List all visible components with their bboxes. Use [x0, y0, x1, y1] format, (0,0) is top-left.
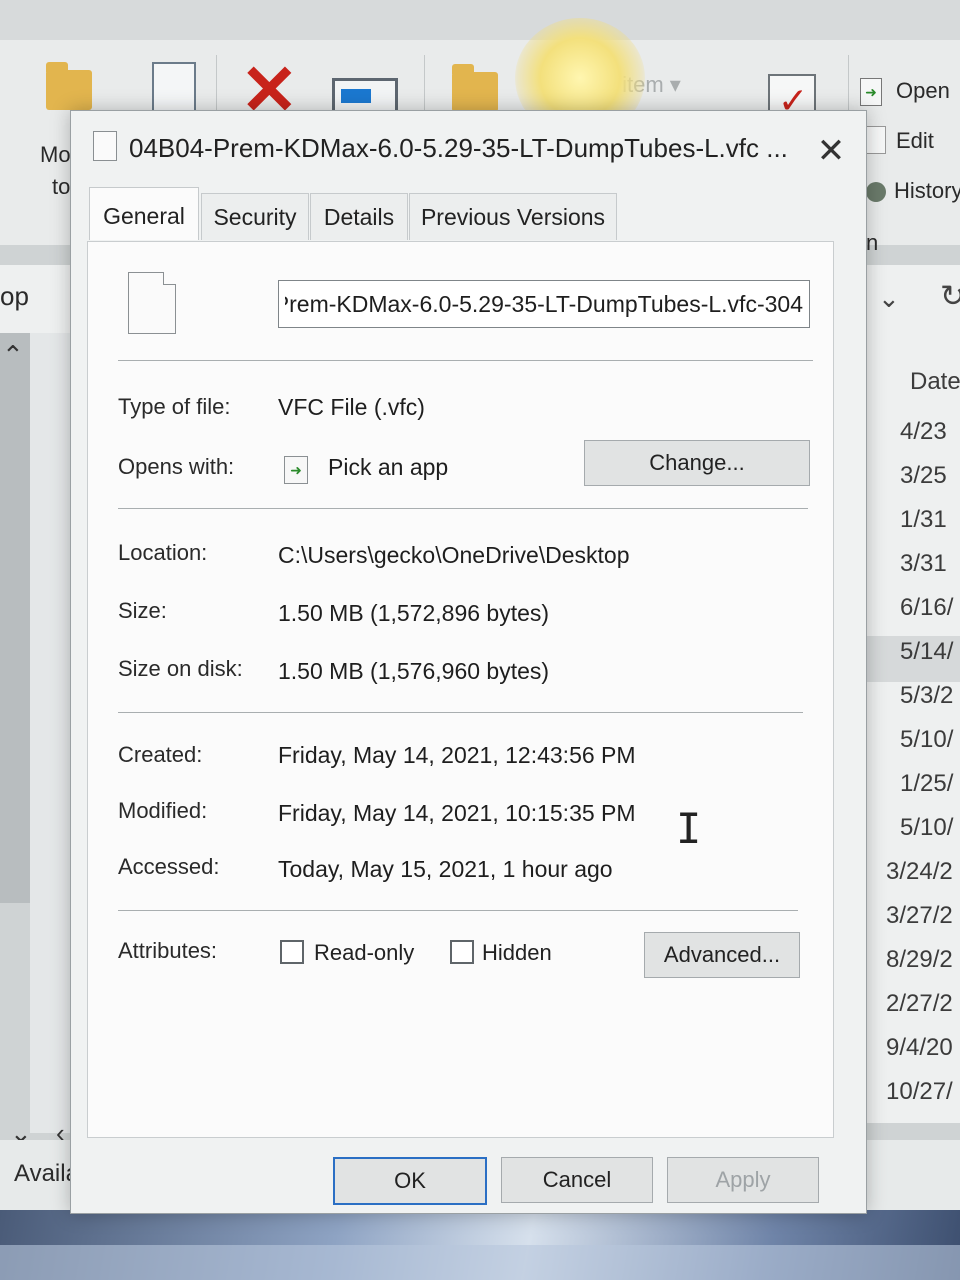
- file-date-cell[interactable]: 3/25: [900, 462, 947, 490]
- edit-icon: [866, 126, 886, 154]
- file-date-cell[interactable]: 10/27/: [886, 1078, 953, 1106]
- chevron-down-icon[interactable]: ⌄: [878, 283, 900, 314]
- filename-input[interactable]: [278, 280, 810, 328]
- file-date-cell[interactable]: 8/29/2: [886, 946, 953, 974]
- general-tab-panel: Type of file: VFC File (.vfc) Opens with…: [87, 241, 834, 1138]
- change-button[interactable]: Change...: [584, 440, 810, 486]
- opens-with-label: Opens with:: [118, 454, 235, 479]
- address-partial-text: op: [0, 281, 29, 311]
- opens-with-value: Pick an app: [328, 454, 449, 480]
- size-on-disk-label: Size on disk:: [118, 656, 243, 681]
- ribbon-group-label: n: [866, 230, 879, 255]
- ribbon-move-to-label-2[interactable]: to: [52, 174, 70, 200]
- scroll-up-icon[interactable]: ⌃: [2, 340, 24, 371]
- location-value: C:\Users\gecko\OneDrive\Desktop: [278, 542, 630, 568]
- ribbon-history[interactable]: History: [894, 178, 960, 204]
- file-date-cell[interactable]: 3/27/2: [886, 902, 953, 930]
- ribbon-move-to-label[interactable]: Mo: [40, 142, 71, 168]
- file-date-cell[interactable]: 1/25/: [900, 770, 953, 798]
- close-button[interactable]: ✕: [811, 131, 851, 171]
- attributes-label: Attributes:: [118, 938, 218, 963]
- created-label: Created:: [118, 742, 203, 767]
- properties-dialog: 04B04-Prem-KDMax-6.0-5.29-35-LT-DumpTube…: [70, 110, 867, 1214]
- tab-general[interactable]: General: [89, 187, 199, 240]
- advanced-button[interactable]: Advanced...: [644, 932, 800, 978]
- divider: [118, 508, 808, 509]
- file-date-cell[interactable]: 9/4/20: [886, 1034, 953, 1062]
- desktop-wallpaper-bottom: [0, 1245, 960, 1280]
- tab-details[interactable]: Details: [310, 193, 408, 240]
- divider: [118, 360, 813, 361]
- open-icon: ➜: [860, 78, 882, 106]
- file-date-cell[interactable]: 5/10/: [900, 726, 953, 754]
- accessed-value: Today, May 15, 2021, 1 hour ago: [278, 856, 613, 882]
- file-date-cell[interactable]: 1/31: [900, 506, 947, 534]
- type-of-file-value: VFC File (.vfc): [278, 394, 425, 420]
- ribbon-open[interactable]: Open: [896, 78, 950, 104]
- file-date-cell[interactable]: 5/14/: [900, 638, 953, 666]
- divider: [118, 910, 798, 911]
- size-value: 1.50 MB (1,572,896 bytes): [278, 600, 550, 626]
- type-of-file-label: Type of file:: [118, 394, 231, 419]
- history-icon: [866, 182, 886, 202]
- apply-button[interactable]: Apply: [667, 1157, 819, 1203]
- tab-security[interactable]: Security: [201, 193, 309, 240]
- size-label: Size:: [118, 598, 167, 623]
- file-type-icon: [128, 272, 176, 334]
- size-on-disk-value: 1.50 MB (1,576,960 bytes): [278, 658, 550, 684]
- ribbon-edit[interactable]: Edit: [896, 128, 934, 154]
- file-date-cell[interactable]: 4/23: [900, 418, 947, 446]
- modified-label: Modified:: [118, 798, 208, 823]
- ok-button[interactable]: OK: [333, 1157, 487, 1205]
- file-date-cell[interactable]: 3/31: [900, 550, 947, 578]
- pick-app-icon: ➜: [284, 456, 308, 484]
- readonly-checkbox[interactable]: [280, 940, 304, 964]
- date-column-header[interactable]: Date: [910, 368, 960, 396]
- refresh-icon[interactable]: ↻: [940, 279, 960, 314]
- copy-to-icon[interactable]: [152, 62, 196, 112]
- dialog-title: 04B04-Prem-KDMax-6.0-5.29-35-LT-DumpTube…: [129, 133, 788, 163]
- modified-value: Friday, May 14, 2021, 10:15:35 PM: [278, 800, 636, 826]
- file-date-cell[interactable]: 6/16/: [900, 594, 953, 622]
- move-to-folder-icon[interactable]: [46, 62, 92, 110]
- file-date-cell[interactable]: 5/10/: [900, 814, 953, 842]
- cancel-button[interactable]: Cancel: [501, 1157, 653, 1203]
- file-date-cell[interactable]: 3/24/2: [886, 858, 953, 886]
- navigation-pane-scrollbar[interactable]: [0, 333, 30, 903]
- file-date-cell[interactable]: 2/27/2: [886, 990, 953, 1018]
- new-folder-icon[interactable]: [452, 64, 498, 112]
- tab-previous-versions[interactable]: Previous Versions: [409, 193, 617, 240]
- navigation-pane: [30, 333, 70, 1133]
- explorer-title-strip: [0, 0, 960, 40]
- file-date-cell[interactable]: 5/3/2: [900, 682, 953, 710]
- text-cursor-icon: I: [676, 804, 702, 853]
- hidden-checkbox[interactable]: [450, 940, 474, 964]
- accessed-label: Accessed:: [118, 854, 220, 879]
- hidden-label[interactable]: Hidden: [482, 940, 552, 966]
- file-icon: [93, 131, 117, 161]
- created-value: Friday, May 14, 2021, 12:43:56 PM: [278, 742, 636, 768]
- readonly-label[interactable]: Read-only: [314, 940, 414, 966]
- location-label: Location:: [118, 540, 208, 565]
- divider: [118, 712, 803, 713]
